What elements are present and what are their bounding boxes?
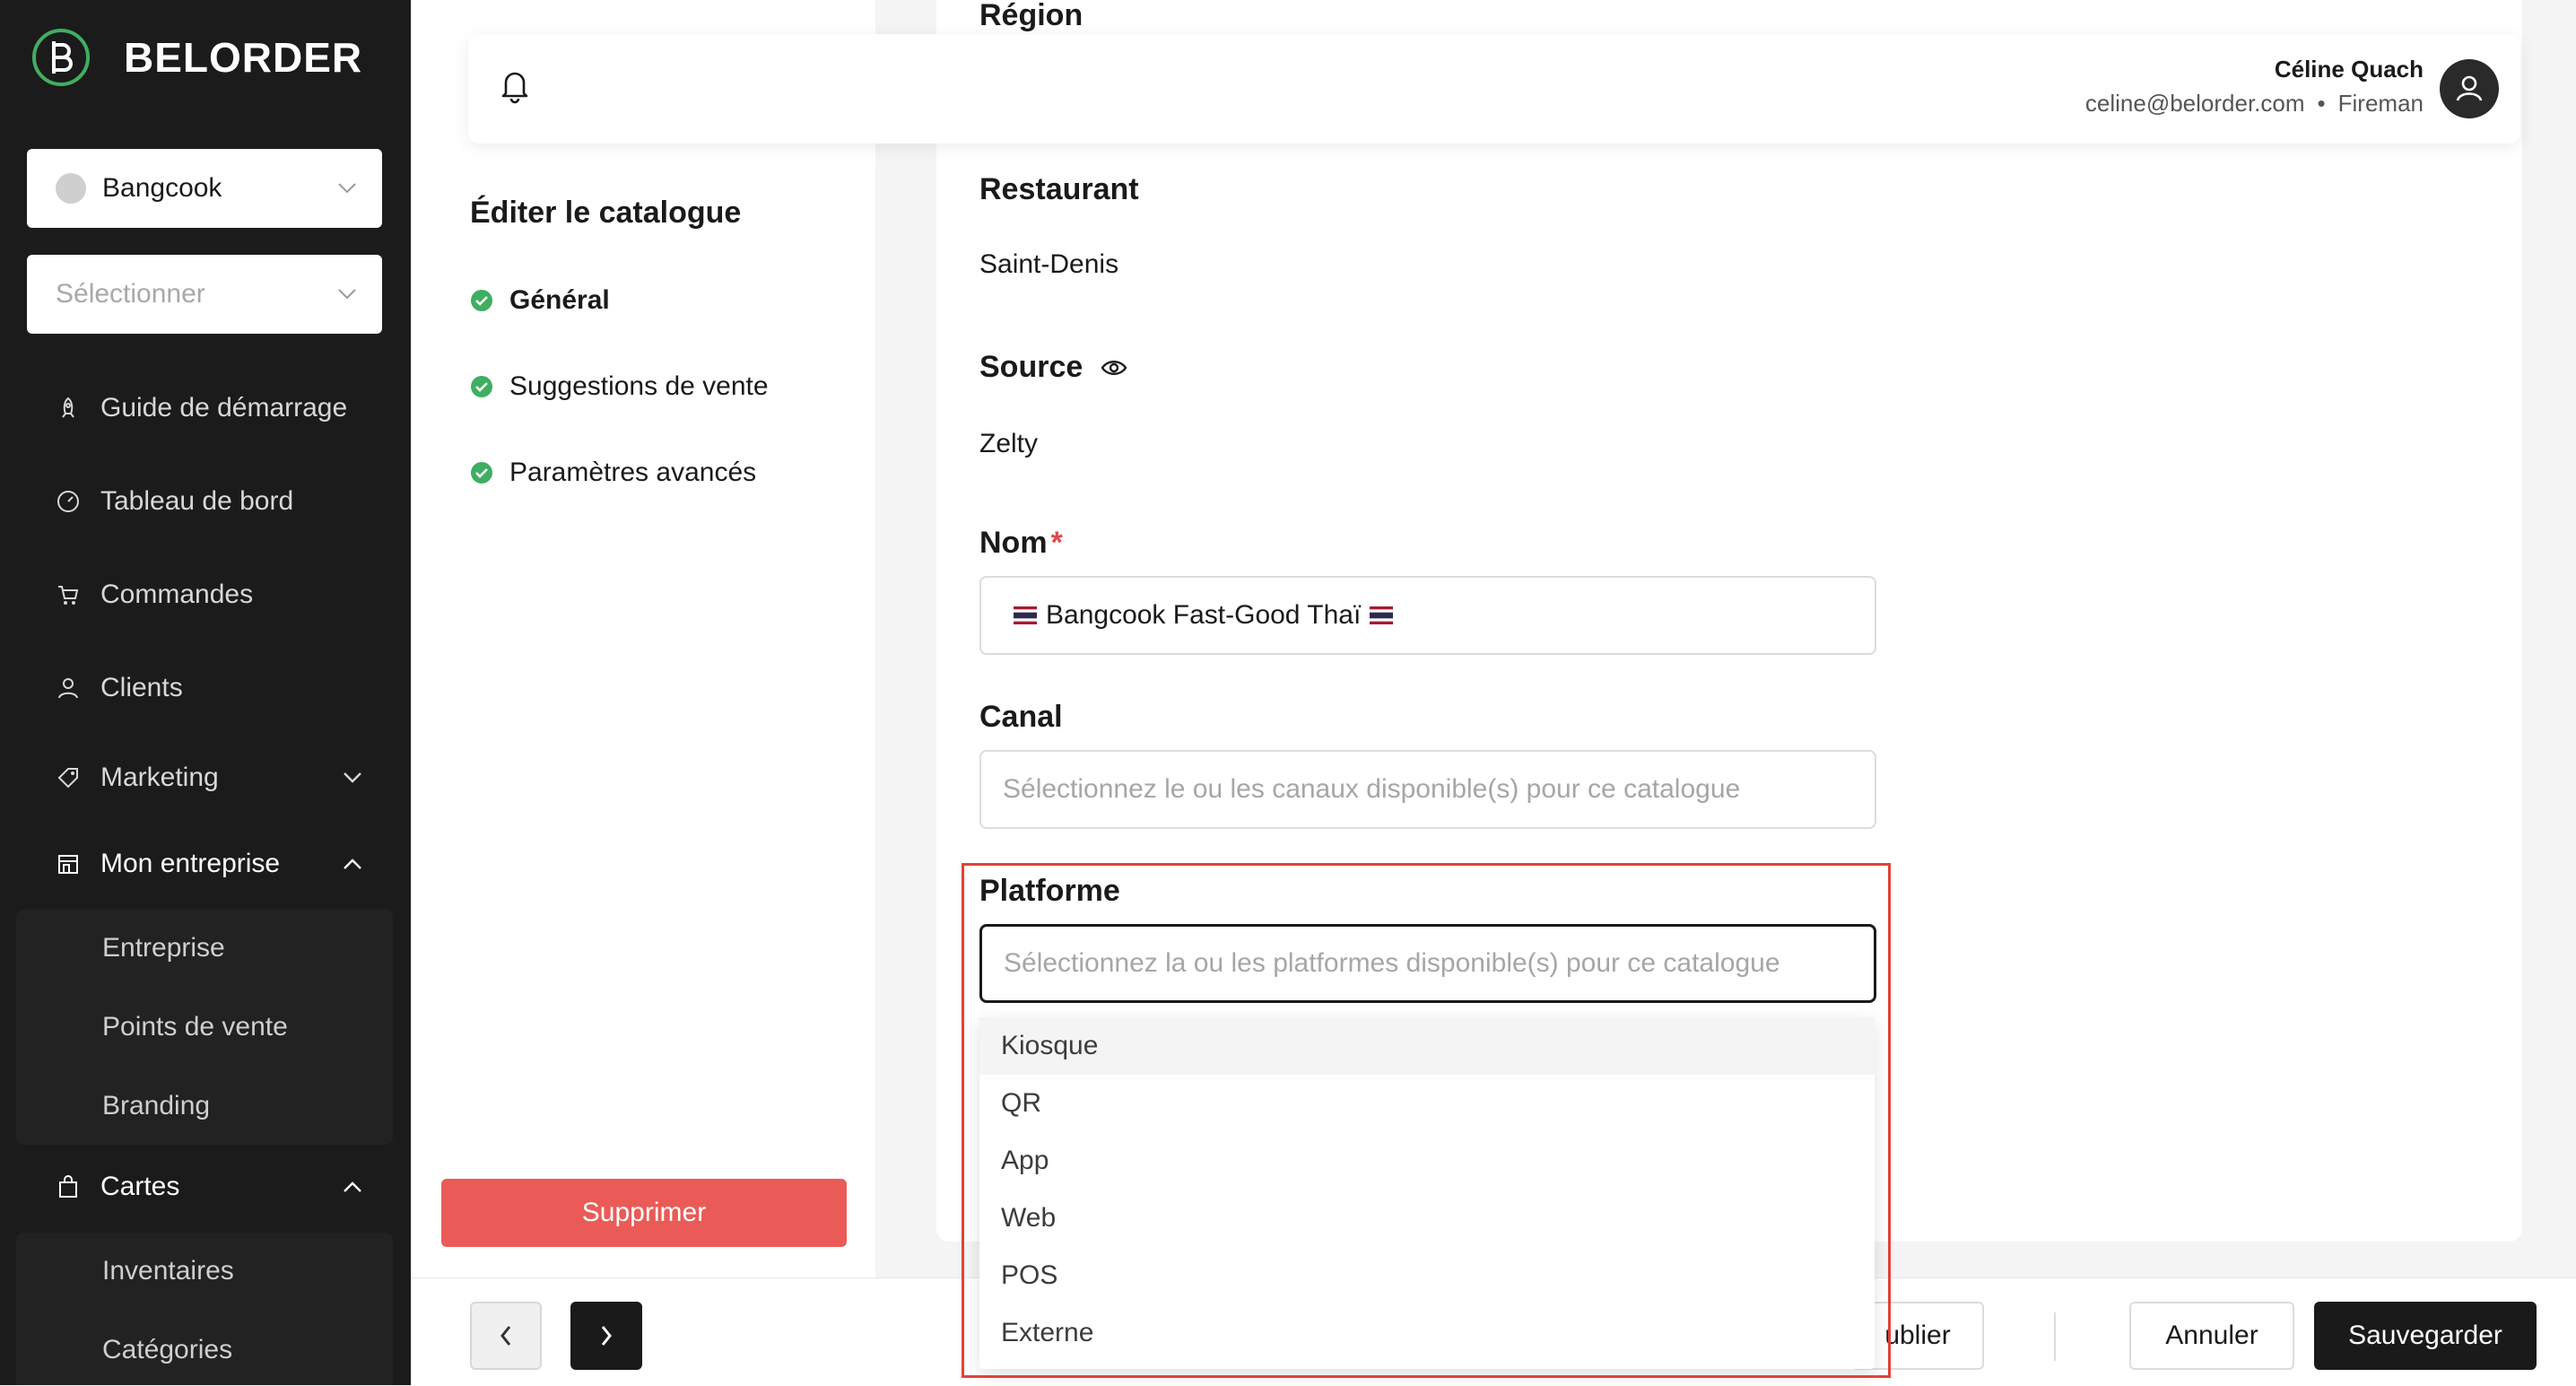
delete-button[interactable]: Supprimer (441, 1179, 847, 1247)
check-circle-icon (471, 376, 492, 397)
chevron-down-icon (344, 772, 361, 783)
user-email: celine@belorder.com (2084, 90, 2305, 117)
source-label-row: Source (979, 350, 1127, 385)
sidebar-item-label: Cartes (100, 1172, 180, 1201)
divider (2054, 1312, 2056, 1361)
top-header: Céline Quach celine@belorder.com • Firem… (468, 34, 2520, 144)
platform-label: Platforme (979, 874, 1120, 908)
sidebar-subitem-branding[interactable]: Branding (102, 1091, 210, 1121)
sidebar-item-label: Guide de démarrage (100, 393, 348, 423)
chevron-right-icon (601, 1326, 612, 1346)
chevron-up-icon (344, 859, 361, 869)
sidebar-item-dashboard[interactable]: Tableau de bord (56, 486, 293, 517)
name-input[interactable]: Bangcook Fast-Good Thaï (979, 576, 1876, 655)
bag-icon (59, 1175, 77, 1198)
thai-flag-icon (1370, 606, 1394, 624)
next-button[interactable] (570, 1302, 642, 1370)
platform-option-pos[interactable]: POS (979, 1247, 1875, 1304)
canal-placeholder: Sélectionnez le ou les canaux disponible… (1003, 774, 1741, 804)
secondary-select[interactable]: Sélectionner (27, 255, 382, 334)
check-circle-icon (471, 290, 492, 311)
platform-dropdown: Kiosque QR App Web POS Externe (979, 1017, 1875, 1369)
platform-placeholder: Sélectionnez la ou les platformes dispon… (1004, 948, 1780, 978)
required-asterisk: * (1050, 526, 1063, 560)
source-label: Source (979, 350, 1083, 384)
chevron-down-icon (338, 183, 356, 194)
restaurant-label: Restaurant (979, 172, 1139, 206)
platform-option-qr[interactable]: QR (979, 1075, 1875, 1132)
tag-icon (57, 768, 78, 789)
sidebar-subitem-points-de-vente[interactable]: Points de vente (102, 1012, 288, 1042)
cart-icon (58, 586, 79, 605)
sidebar-item-label: Tableau de bord (100, 486, 294, 516)
steps-title: Éditer le catalogue (470, 196, 742, 230)
sidebar-subitem-inventaires[interactable]: Inventaires (102, 1256, 234, 1286)
step-label: Général (509, 285, 610, 315)
user-role: Fireman (2337, 90, 2424, 117)
belorder-logo-icon (32, 29, 90, 86)
platform-option-web[interactable]: Web (979, 1190, 1875, 1247)
platform-option-app[interactable]: App (979, 1132, 1875, 1190)
source-value: Zelty (979, 429, 1039, 458)
sidebar-item-label: Mon entreprise (100, 849, 281, 878)
sidebar-item-guide[interactable]: Guide de démarrage (56, 393, 347, 423)
check-circle-icon (471, 462, 492, 484)
chevron-up-icon (344, 1181, 361, 1192)
cancel-button[interactable]: Annuler (2129, 1302, 2294, 1370)
step-label: Paramètres avancés (509, 458, 757, 487)
previous-button[interactable] (470, 1302, 542, 1370)
store-icon (58, 855, 78, 874)
platform-option-kiosque[interactable]: Kiosque (979, 1017, 1875, 1075)
step-suggestions[interactable]: Suggestions de vente (470, 371, 769, 402)
bell-icon[interactable] (499, 66, 531, 104)
rocket-icon (62, 397, 74, 418)
sidebar: BELORDER Bangcook Sélectionner Guide de … (0, 0, 411, 1385)
meta-separator: • (2317, 90, 2326, 117)
sidebar-item-marketing[interactable]: Marketing (56, 763, 361, 793)
secondary-select-placeholder: Sélectionner (56, 279, 205, 309)
name-input-value: Bangcook Fast-Good Thaï (1046, 600, 1362, 630)
platform-select[interactable]: Sélectionnez la ou les platformes dispon… (979, 924, 1876, 1003)
eye-icon[interactable] (1101, 358, 1127, 378)
region-label: Région (979, 0, 1083, 32)
user-icon (2456, 75, 2483, 101)
name-label-row: Nom * (979, 526, 1063, 561)
user-avatar[interactable] (2440, 59, 2499, 118)
sidebar-item-label: Commandes (100, 580, 254, 609)
thai-flag-icon (1014, 606, 1037, 624)
user-name: Céline Quach (2274, 56, 2424, 83)
sidebar-subitem-categories[interactable]: Catégories (102, 1335, 232, 1365)
user-meta: celine@belorder.com • Fireman (2085, 90, 2424, 118)
chevron-left-icon (500, 1326, 511, 1346)
store-avatar (56, 173, 86, 204)
sidebar-subitem-entreprise[interactable]: Entreprise (102, 933, 225, 963)
dashboard-icon (57, 491, 79, 512)
sidebar-item-label: Clients (100, 673, 183, 702)
save-button[interactable]: Sauvegarder (2314, 1302, 2537, 1370)
steps-panel: Éditer le catalogue Général Suggestions … (411, 0, 875, 1277)
sidebar-item-label: Marketing (100, 763, 219, 792)
step-advanced[interactable]: Paramètres avancés (470, 458, 756, 488)
sidebar-item-clients[interactable]: Clients (56, 673, 183, 703)
app-logo[interactable]: BELORDER (30, 27, 362, 88)
sidebar-item-orders[interactable]: Commandes (56, 580, 253, 610)
chevron-down-icon (338, 289, 356, 300)
step-label: Suggestions de vente (509, 371, 769, 401)
restaurant-value: Saint-Denis (979, 249, 1119, 279)
step-general[interactable]: Général (470, 285, 610, 316)
platform-option-externe[interactable]: Externe (979, 1304, 1875, 1362)
name-label: Nom (979, 526, 1048, 560)
store-select-value: Bangcook (102, 173, 222, 203)
canal-label: Canal (979, 700, 1063, 734)
store-select[interactable]: Bangcook (27, 149, 382, 228)
sidebar-item-mon-entreprise[interactable]: Mon entreprise (56, 849, 361, 879)
user-icon (58, 678, 78, 699)
sidebar-item-cartes[interactable]: Cartes (56, 1172, 361, 1202)
app-name: BELORDER (124, 34, 363, 81)
canal-select[interactable]: Sélectionnez le ou les canaux disponible… (979, 750, 1876, 829)
